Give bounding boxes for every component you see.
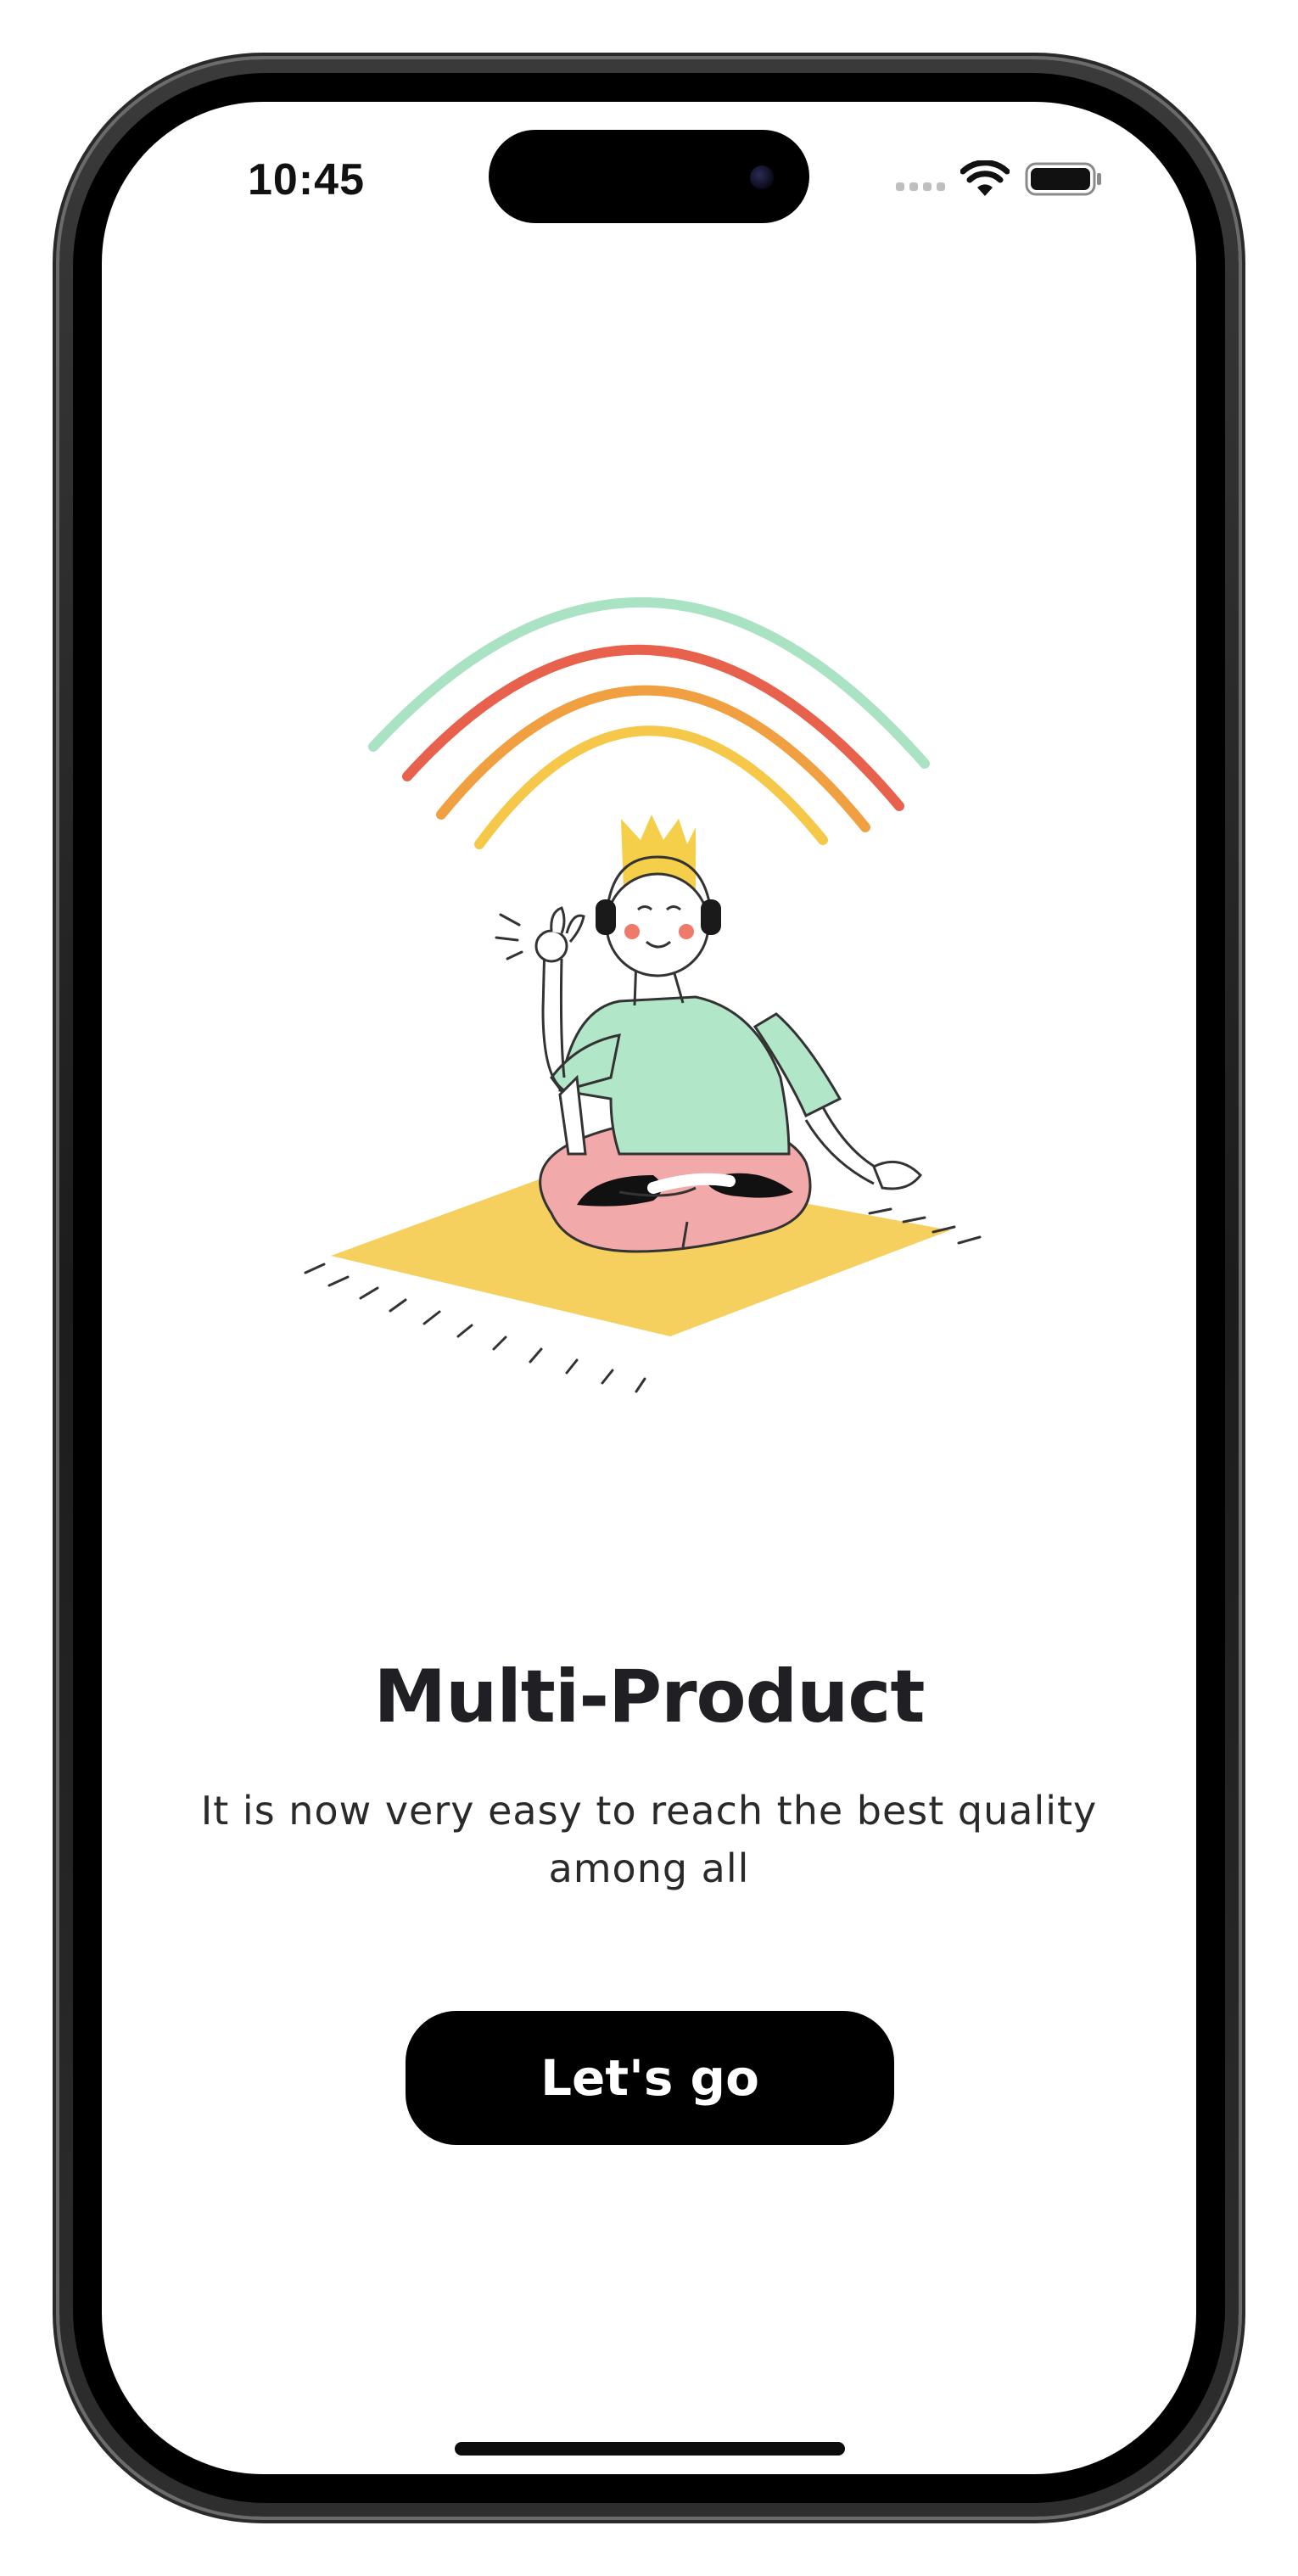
status-time: 10:45 xyxy=(248,155,365,204)
right-arm xyxy=(821,1106,883,1173)
headphone-right xyxy=(701,899,721,935)
right-hand xyxy=(872,1160,922,1190)
cellular-signal-icon xyxy=(896,182,945,191)
front-camera xyxy=(750,165,774,189)
onboarding-title: Multi-Product xyxy=(373,1655,926,1739)
screen: 10:45 Multi-Product It is now very easy … xyxy=(102,102,1196,2474)
lets-go-button[interactable]: Let's go xyxy=(406,2011,894,2145)
status-icons xyxy=(896,158,1103,200)
lets-go-button-label: Let's go xyxy=(540,2049,759,2107)
onboarding-subtitle: It is now very easy to reach the best qu… xyxy=(200,1788,1098,1891)
battery-icon xyxy=(1025,162,1101,196)
headphone-left xyxy=(596,899,616,935)
device-mockup: 10:45 Multi-Product It is now very easy … xyxy=(0,0,1298,2576)
ok-hand xyxy=(534,929,568,963)
head xyxy=(605,872,710,977)
wifi-icon xyxy=(960,160,1010,196)
dynamic-island xyxy=(489,130,809,223)
sparkle-lines xyxy=(495,913,523,960)
meditation-illustration xyxy=(304,597,982,1393)
home-indicator[interactable] xyxy=(455,2442,845,2456)
